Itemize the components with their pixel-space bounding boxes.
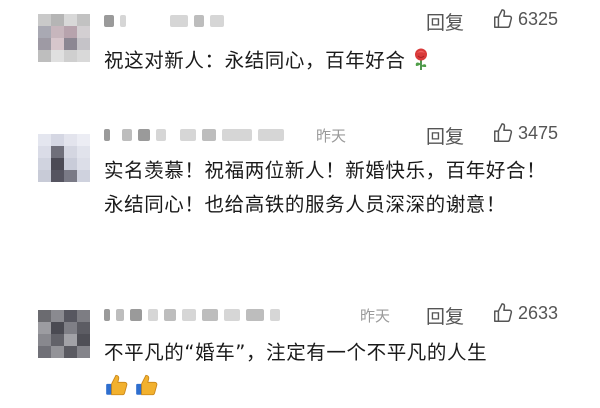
- avatar[interactable]: [38, 134, 90, 182]
- like-button[interactable]: 6325: [492, 8, 558, 30]
- like-count: 3475: [518, 122, 559, 143]
- reply-button[interactable]: 回复: [426, 302, 464, 329]
- reply-button[interactable]: 回复: [426, 8, 464, 35]
- like-count: 6325: [518, 8, 559, 29]
- emoji-row: [104, 372, 160, 402]
- like-button[interactable]: 3475: [492, 122, 558, 144]
- comment-text: 不平凡的“婚车”，注定有一个不平凡的人生: [104, 336, 554, 370]
- thumbs-up-outline-icon: [494, 123, 513, 142]
- reply-button[interactable]: 回复: [426, 122, 464, 149]
- comment-body: 祝这对新人：永结同心，百年好合: [104, 49, 406, 72]
- thumbs-up-icon: [134, 372, 160, 402]
- comment-date: 昨天: [360, 307, 391, 325]
- comment-body: 实名羡慕！祝福两位新人！新婚快乐，百年好合！永结同心！也给高铁的服务人员深深的谢…: [104, 159, 547, 216]
- thumbs-up-outline-icon: [494, 9, 513, 28]
- username-blurred[interactable]: [104, 308, 280, 322]
- avatar[interactable]: [38, 14, 90, 62]
- username-blurred[interactable]: [104, 128, 284, 142]
- username-blurred[interactable]: [104, 14, 224, 28]
- thumbs-up-icon: [104, 372, 130, 402]
- like-button[interactable]: 2633: [492, 302, 558, 324]
- thumbs-up-outline-icon: [494, 303, 513, 322]
- rose-icon: [412, 47, 430, 82]
- comment-text: 实名羡慕！祝福两位新人！新婚快乐，百年好合！永结同心！也给高铁的服务人员深深的谢…: [104, 154, 554, 222]
- avatar[interactable]: [38, 310, 90, 358]
- comment-text: 祝这对新人：永结同心，百年好合: [104, 44, 554, 82]
- comment-body: 不平凡的“婚车”，注定有一个不平凡的人生: [104, 341, 488, 364]
- like-count: 2633: [518, 302, 559, 323]
- comment-date: 昨天: [316, 127, 347, 145]
